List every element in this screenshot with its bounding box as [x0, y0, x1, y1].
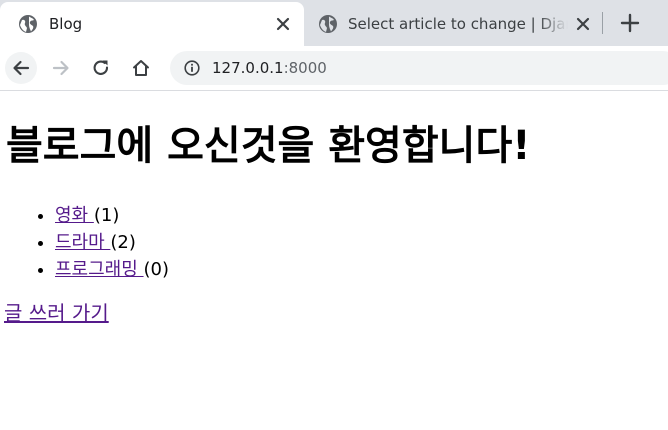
home-icon — [133, 60, 149, 76]
list-item: 프로그래밍 (0) — [55, 256, 169, 283]
write-post-link[interactable]: 글 쓰러 가기 — [4, 300, 109, 326]
category-link[interactable]: 영화 — [55, 205, 94, 226]
close-icon[interactable] — [273, 14, 293, 34]
globe-icon — [18, 14, 38, 34]
new-tab-icon[interactable] — [618, 11, 642, 35]
category-link[interactable]: 드라마 — [55, 232, 110, 253]
forward-button[interactable] — [45, 52, 77, 84]
page-content: 블로그에 오신것을 환영합니다! 영화 (1) 드라마 (2) 프로그래밍 (0… — [0, 91, 668, 430]
reload-icon — [93, 60, 109, 75]
page-title: 블로그에 오신것을 환영합니다! — [6, 123, 531, 169]
info-icon[interactable] — [184, 60, 200, 76]
url-port: :8000 — [283, 59, 327, 77]
category-count: (2) — [110, 232, 136, 253]
tab-blog[interactable]: Blog — [0, 2, 304, 46]
back-button[interactable] — [5, 52, 37, 84]
url-host: 127.0.0.1 — [212, 59, 284, 77]
category-count: (1) — [93, 205, 120, 226]
tab-title: Select article to change | Django — [348, 15, 568, 33]
reload-button[interactable] — [85, 52, 117, 84]
list-item: 드라마 (2) — [55, 229, 169, 256]
arrow-left-icon — [13, 60, 30, 76]
toolbar: 127.0.0.1:8000 — [0, 46, 668, 91]
list-item: 영화 (1) — [55, 202, 169, 229]
tab-title: Blog — [49, 15, 83, 33]
tab-django-admin[interactable]: Select article to change | Django — [308, 2, 602, 46]
url-text: 127.0.0.1:8000 — [212, 59, 327, 77]
arrow-right-icon — [52, 60, 69, 76]
category-count: (0) — [143, 259, 170, 280]
tab-strip: Blog Select article to change | Django — [0, 0, 668, 46]
category-link[interactable]: 프로그래밍 — [55, 259, 144, 280]
close-icon[interactable] — [573, 14, 593, 34]
browser-window: Blog Select article to change | Django — [0, 0, 668, 430]
category-list: 영화 (1) 드라마 (2) 프로그래밍 (0) — [0, 202, 169, 283]
tab-separator — [602, 12, 603, 34]
address-bar[interactable]: 127.0.0.1:8000 — [170, 51, 668, 85]
globe-icon — [318, 14, 338, 34]
home-button[interactable] — [125, 52, 157, 84]
